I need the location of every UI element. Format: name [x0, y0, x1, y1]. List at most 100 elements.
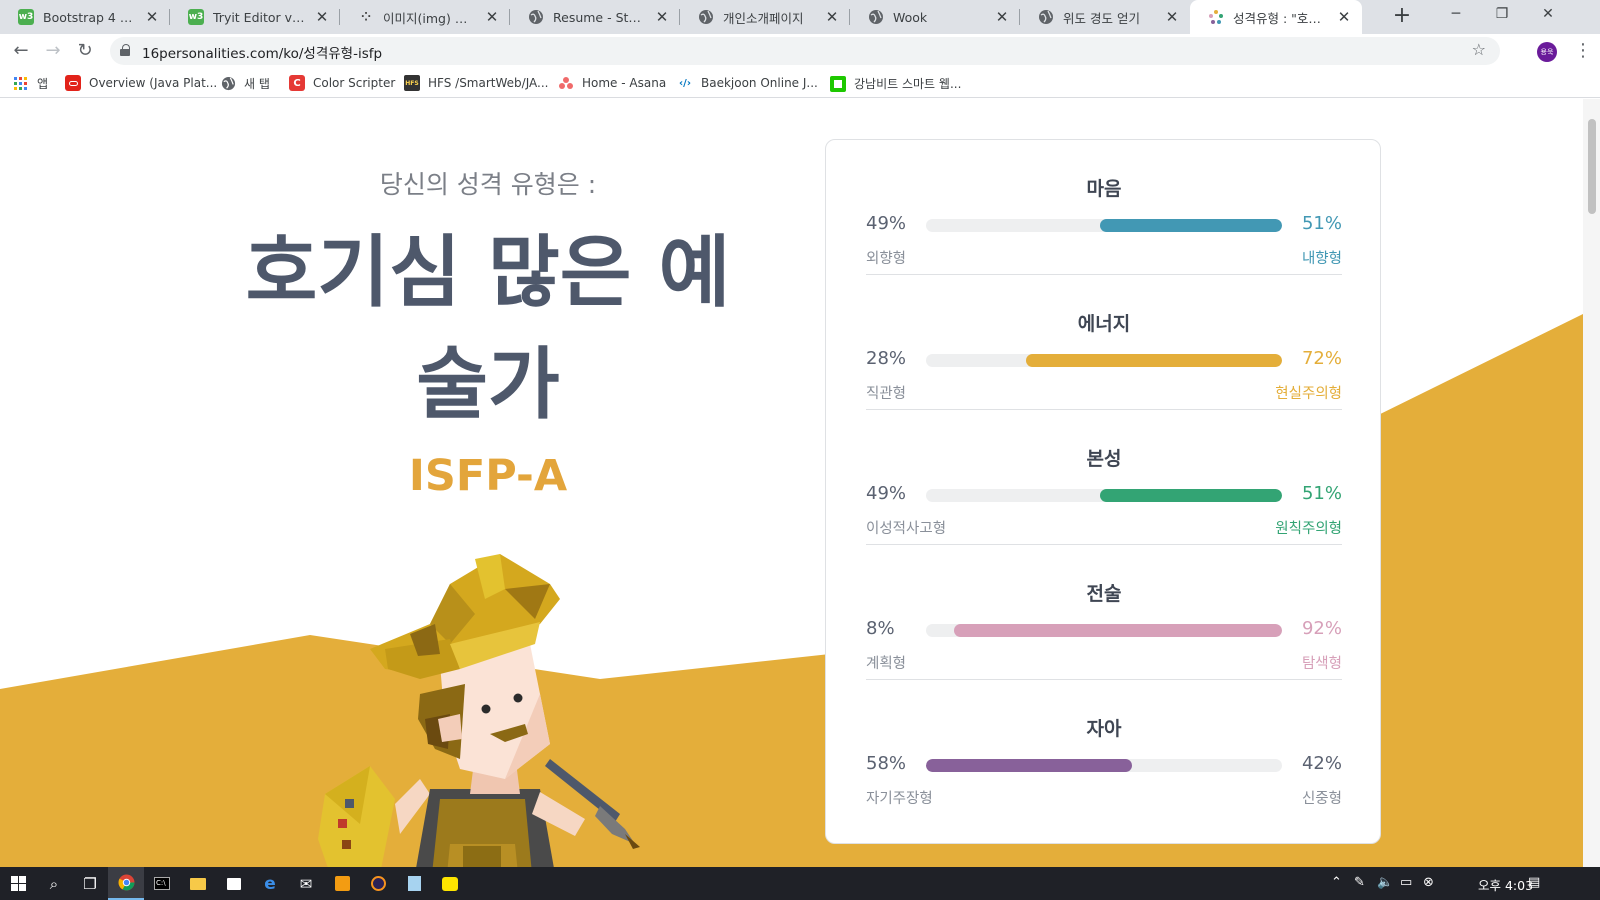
- trait-left-percent: 8%: [866, 618, 895, 639]
- close-tab-icon[interactable]: ✕: [1336, 8, 1352, 26]
- bookmark-baekjoon[interactable]: ‹/› Baekjoon Online J...: [677, 75, 818, 91]
- trait-nature: 본성 49% 51% 이성적사고형 원칙주의형: [866, 410, 1342, 545]
- trait-right-label: 내향형: [1301, 251, 1342, 267]
- bookmark-color-scripter[interactable]: C Color Scripter: [289, 75, 395, 91]
- bookmark-label: Overview (Java Plat...: [89, 76, 218, 90]
- chevron-up-icon[interactable]: ⌃: [1331, 875, 1342, 890]
- oracle-icon: [65, 75, 81, 91]
- clock[interactable]: 오후 4:03: [1478, 875, 1533, 894]
- hfs-icon: HFS: [404, 75, 420, 91]
- trait-bar-track: [926, 489, 1282, 502]
- kakaotalk-icon[interactable]: [432, 867, 468, 900]
- browser-tab[interactable]: 개인소개페이지 ✕: [680, 0, 850, 34]
- back-arrow-icon[interactable]: ←: [9, 39, 33, 63]
- close-window-icon[interactable]: ✕: [1525, 0, 1571, 30]
- bookmark-asana[interactable]: Home - Asana: [558, 75, 666, 91]
- media-player-icon[interactable]: [324, 867, 360, 900]
- url-text: 16personalities.com/ko/성격유형-isfp: [142, 46, 383, 62]
- tab-title: 성격유형 : "호기심: [1233, 10, 1330, 26]
- bookmarks-bar: 앱 Overview (Java Plat... 새 탭 C Color Scr…: [0, 68, 1600, 98]
- ime-icon[interactable]: ⊗: [1423, 875, 1434, 890]
- browser-tab[interactable]: 위도 경도 얻기 ✕: [1020, 0, 1190, 34]
- browser-menu-icon[interactable]: ⋮: [1574, 40, 1592, 61]
- bookmark-java-overview[interactable]: Overview (Java Plat...: [65, 75, 217, 91]
- trait-bar-track: [926, 759, 1282, 772]
- apps-grid-icon: [13, 76, 29, 92]
- close-tab-icon[interactable]: ✕: [654, 8, 670, 26]
- page-scrollbar[interactable]: [1583, 99, 1600, 867]
- task-view-icon[interactable]: ❐: [72, 867, 108, 900]
- trait-right-label: 탐색형: [1301, 656, 1342, 672]
- minimize-icon[interactable]: ─: [1433, 0, 1479, 30]
- 16personalities-icon: [1208, 9, 1224, 25]
- trait-bar-track: [926, 624, 1282, 637]
- trait-name: 본성: [1086, 448, 1122, 470]
- notification-center-icon[interactable]: ▤: [1528, 875, 1540, 890]
- bookmark-hfs[interactable]: HFS HFS /SmartWeb/JA...: [404, 75, 548, 91]
- page-content: 당신의 성격 유형은 : 호기심 많은 예 술가 ISFP-A 마음 49% 5…: [0, 99, 1600, 867]
- bookmark-new-tab[interactable]: 새 탭: [220, 75, 270, 92]
- restore-icon[interactable]: ❐: [1479, 0, 1525, 30]
- trait-bar-fill: [1100, 219, 1282, 232]
- browser-tab[interactable]: w3 Bootstrap 4 Grid Ba ✕: [0, 0, 170, 34]
- edge-icon[interactable]: e: [252, 867, 288, 900]
- color-scripter-icon: C: [289, 75, 305, 91]
- profile-avatar[interactable]: 용욱: [1537, 42, 1557, 62]
- reload-icon[interactable]: ↻: [73, 39, 97, 63]
- trait-right-percent: 92%: [1301, 618, 1342, 639]
- browser-tab[interactable]: ⁘ 이미지(img) 가운데 ✕: [340, 0, 510, 34]
- trait-right-label: 현실주의형: [1275, 386, 1342, 402]
- globe-icon: [868, 9, 884, 25]
- trait-left-percent: 28%: [866, 348, 907, 369]
- bookmark-star-icon[interactable]: ☆: [1472, 40, 1486, 59]
- browser-tab-active[interactable]: 성격유형 : "호기심 ✕: [1190, 0, 1362, 34]
- chrome-icon[interactable]: [108, 867, 144, 900]
- bookmark-label: Color Scripter: [313, 76, 396, 90]
- trait-bar-track: [926, 354, 1282, 367]
- personality-traits-card: 마음 49% 51% 외향형 내향형 에너지 28% 72% 직관형 현실주의형…: [825, 139, 1381, 844]
- windows-start-icon[interactable]: [0, 867, 36, 900]
- bookmark-gangnam-bit[interactable]: 강남비트 스마트 웹...: [830, 75, 961, 92]
- close-tab-icon[interactable]: ✕: [824, 8, 840, 26]
- globe-icon: [528, 9, 544, 25]
- close-tab-icon[interactable]: ✕: [484, 8, 500, 26]
- notepad-icon[interactable]: [396, 867, 432, 900]
- browser-tab[interactable]: w3 Tryit Editor v3.6 ✕: [170, 0, 340, 34]
- volume-muted-icon[interactable]: 🔈: [1377, 875, 1393, 890]
- eclipse-icon[interactable]: [360, 867, 396, 900]
- close-tab-icon[interactable]: ✕: [144, 8, 160, 26]
- new-tab-button[interactable]: +: [1390, 5, 1414, 29]
- close-tab-icon[interactable]: ✕: [994, 8, 1010, 26]
- forward-arrow-icon[interactable]: →: [41, 39, 65, 63]
- pen-icon[interactable]: ✎: [1354, 875, 1365, 890]
- trait-right-label: 원칙주의형: [1275, 521, 1342, 537]
- bookmark-label: 새 탭: [244, 77, 270, 91]
- address-bar[interactable]: 16personalities.com/ko/성격유형-isfp ☆: [110, 37, 1500, 65]
- trait-name: 전술: [1086, 583, 1122, 605]
- trait-right-percent: 72%: [1301, 348, 1342, 369]
- trait-mind: 마음 49% 51% 외향형 내향형: [866, 140, 1342, 275]
- personality-code: ISFP-A: [408, 451, 568, 501]
- trait-left-label: 외향형: [866, 251, 907, 267]
- trait-energy: 에너지 28% 72% 직관형 현실주의형: [866, 275, 1342, 410]
- mail-icon[interactable]: ✉: [288, 867, 324, 900]
- bookmark-label: HFS /SmartWeb/JA...: [428, 76, 549, 90]
- close-tab-icon[interactable]: ✕: [1164, 8, 1180, 26]
- trait-right-percent: 51%: [1301, 483, 1342, 504]
- tab-title: 이미지(img) 가운데: [383, 10, 478, 26]
- file-explorer-icon[interactable]: [180, 867, 216, 900]
- search-icon[interactable]: ⌕: [36, 867, 72, 900]
- lock-icon[interactable]: [120, 44, 130, 56]
- bookmark-apps[interactable]: 앱: [13, 75, 48, 92]
- tab-title: Tryit Editor v3.6: [213, 9, 308, 25]
- browser-tab[interactable]: Resume - Start Boo ✕: [510, 0, 680, 34]
- trait-bar-fill: [926, 759, 1133, 772]
- scrollbar-thumb[interactable]: [1588, 119, 1596, 214]
- trait-left-percent: 49%: [866, 213, 907, 234]
- globe-icon: [698, 9, 714, 25]
- store-icon[interactable]: [216, 867, 252, 900]
- network-icon[interactable]: ▭: [1400, 875, 1412, 890]
- close-tab-icon[interactable]: ✕: [314, 8, 330, 26]
- terminal-icon[interactable]: C:\: [144, 867, 180, 900]
- browser-tab[interactable]: Wook ✕: [850, 0, 1020, 34]
